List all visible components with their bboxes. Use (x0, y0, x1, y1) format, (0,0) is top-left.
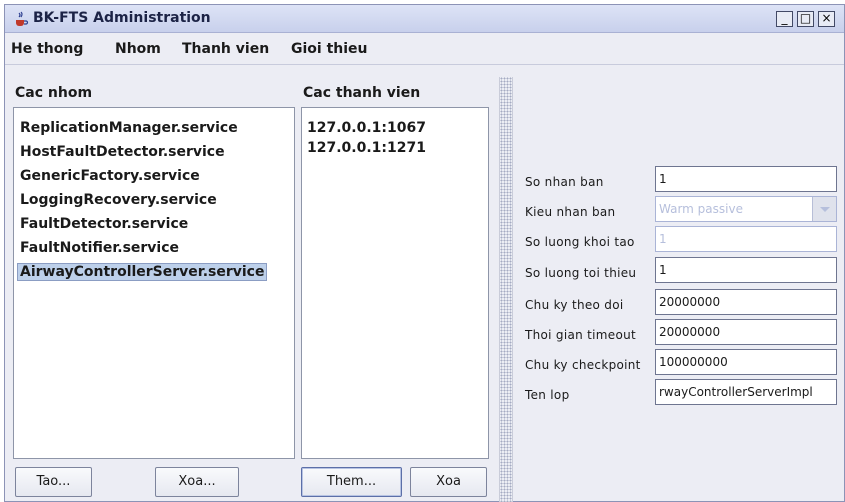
replica-count-field[interactable]: 1 (655, 166, 837, 192)
replica-count-label: So nhan ban (525, 175, 604, 189)
create-group-button[interactable]: Tao... (15, 467, 92, 497)
app-window: BK-FTS Administration _ □ × He thong Nho… (4, 4, 845, 502)
replication-style-select[interactable]: Warm passive (655, 196, 837, 222)
replication-style-label: Kieu nhan ban (525, 205, 616, 219)
initial-count-field[interactable]: 1 (655, 226, 837, 252)
list-item-selected[interactable]: AirwayControllerServer.service (17, 263, 268, 281)
monitor-period-field[interactable]: 20000000 (655, 289, 837, 315)
list-item[interactable]: GenericFactory.service (20, 168, 200, 184)
replication-style-value: Warm passive (659, 202, 743, 216)
members-header: Cac thanh vien (303, 85, 421, 101)
split-pane-divider[interactable] (499, 77, 513, 502)
list-item[interactable]: ReplicationManager.service (20, 120, 238, 136)
title-bar[interactable]: BK-FTS Administration _ □ × (5, 5, 844, 33)
java-cup-icon (16, 11, 29, 26)
list-item[interactable]: FaultNotifier.service (20, 240, 179, 256)
minimize-button[interactable]: _ (776, 11, 793, 27)
timeout-label: Thoi gian timeout (525, 328, 637, 342)
menu-he-thong[interactable]: He thong (11, 41, 83, 57)
monitor-period-label: Chu ky theo doi (525, 298, 624, 312)
minimum-count-field[interactable]: 1 (655, 257, 837, 283)
checkpoint-period-label: Chu ky checkpoint (525, 358, 641, 372)
timeout-field[interactable]: 20000000 (655, 319, 837, 345)
menu-gioi-thieu[interactable]: Gioi thieu (291, 41, 368, 57)
close-button[interactable]: × (818, 11, 835, 27)
class-name-field[interactable]: rwayControllerServerImpl (655, 379, 837, 405)
groups-header: Cac nhom (15, 85, 93, 101)
maximize-button[interactable]: □ (797, 11, 814, 27)
delete-group-button[interactable]: Xoa... (155, 467, 239, 497)
window-title: BK-FTS Administration (33, 10, 211, 26)
list-item[interactable]: 127.0.0.1:1067 (307, 120, 426, 136)
minimum-count-label: So luong toi thieu (525, 266, 637, 280)
delete-member-button[interactable]: Xoa (410, 467, 487, 497)
menu-nhom[interactable]: Nhom (115, 41, 161, 57)
menu-divider (5, 64, 844, 65)
menu-bar: He thong Nhom Thanh vien Gioi thieu (5, 34, 844, 64)
list-item[interactable]: LoggingRecovery.service (20, 192, 217, 208)
members-list[interactable]: 127.0.0.1:1067 127.0.0.1:1271 (301, 107, 489, 459)
initial-count-label: So luong khoi tao (525, 235, 635, 249)
list-item[interactable]: HostFaultDetector.service (20, 144, 225, 160)
chevron-down-icon[interactable] (812, 197, 836, 221)
list-item[interactable]: FaultDetector.service (20, 216, 188, 232)
list-item[interactable]: 127.0.0.1:1271 (307, 140, 426, 156)
groups-list[interactable]: ReplicationManager.service HostFaultDete… (13, 107, 295, 459)
class-name-label: Ten lop (525, 388, 570, 402)
add-member-button[interactable]: Them... (301, 467, 402, 497)
checkpoint-period-field[interactable]: 100000000 (655, 349, 837, 375)
menu-thanh-vien[interactable]: Thanh vien (182, 41, 269, 57)
